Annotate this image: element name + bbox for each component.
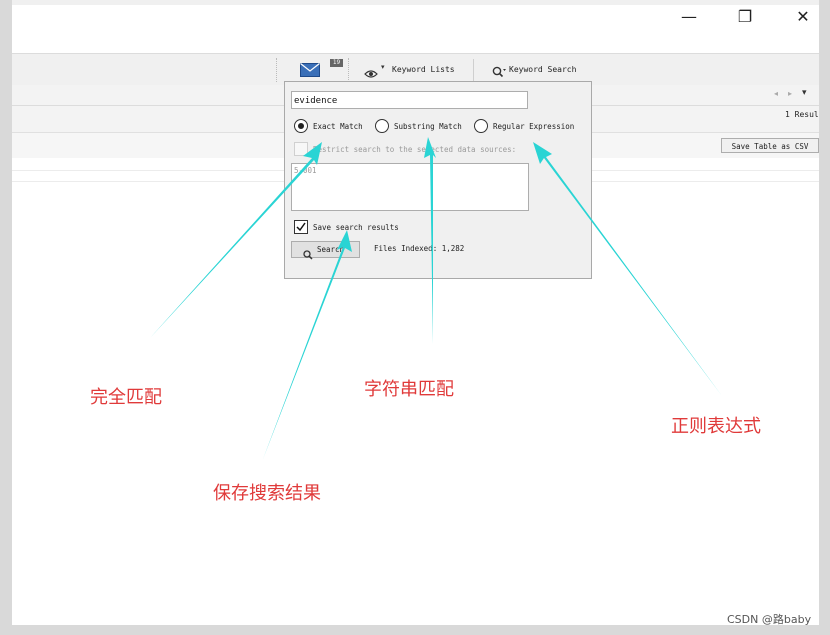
regular-expression-label: Regular Expression (493, 122, 575, 131)
exact-match-label: Exact Match (313, 122, 363, 131)
exact-match-radio[interactable] (294, 119, 308, 133)
minimize-button[interactable]: — (669, 6, 709, 28)
keyword-search-popup: evidence Exact Match Substring Match Reg… (284, 81, 592, 279)
eye-icon (364, 64, 378, 78)
save-results-label: Save search results (313, 223, 399, 232)
save-table-csv-button[interactable]: Save Table as CSV (721, 138, 819, 153)
files-indexed-label: Files Indexed: 1,282 (374, 244, 465, 253)
substring-match-radio[interactable] (375, 119, 389, 133)
close-button[interactable]: ✕ (783, 6, 819, 28)
search-icon (492, 63, 506, 78)
result-count: 1 Result (785, 110, 819, 119)
toolbar-separator (276, 58, 278, 82)
scroll-right-icon[interactable]: ▸ (788, 89, 792, 98)
chevron-down-icon: ▾ (381, 63, 385, 71)
keyword-search-label: Keyword Search (509, 65, 577, 74)
checkmark-icon (296, 222, 306, 232)
keyword-lists-button[interactable]: ▾ Keyword Lists (364, 63, 460, 78)
substring-match-label: Substring Match (394, 122, 462, 131)
restrict-search-label: Restrict search to the selected data sou… (313, 145, 517, 154)
regular-expression-radio[interactable] (474, 119, 488, 133)
notification-badge: 19 (330, 59, 343, 67)
search-button-label: Search (317, 245, 345, 254)
keyword-lists-label: Keyword Lists (392, 65, 455, 74)
search-input[interactable]: evidence (291, 91, 528, 109)
restore-button[interactable]: ❐ (725, 6, 765, 28)
application-window: — ❐ ✕ 19 ▾ Keyword Lists Keyword Search … (12, 0, 819, 625)
data-source-list[interactable]: 5-001 (291, 163, 529, 211)
annotation-regular-expression: 正则表达式 (671, 416, 761, 437)
data-source-item[interactable]: 5-001 (294, 166, 317, 175)
scroll-left-icon[interactable]: ◂ (774, 89, 778, 98)
window-top-strip (12, 0, 819, 5)
toolbar-separator (348, 58, 350, 82)
annotation-substring-match: 字符串匹配 (364, 379, 454, 400)
watermark: CSDN @路baby (727, 613, 812, 626)
annotation-exact-match: 完全匹配 (90, 387, 162, 408)
mail-icon[interactable] (300, 62, 320, 77)
search-button[interactable]: Search (291, 241, 360, 260)
annotation-save-results: 保存搜索结果 (213, 483, 321, 504)
save-results-checkbox[interactable] (294, 220, 308, 234)
restrict-search-checkbox[interactable] (294, 142, 308, 156)
toolbar-separator (473, 59, 474, 81)
tab-list-chevron-icon[interactable]: ▾ (802, 88, 807, 98)
keyword-search-button[interactable]: Keyword Search (492, 63, 588, 78)
search-icon (303, 245, 313, 260)
